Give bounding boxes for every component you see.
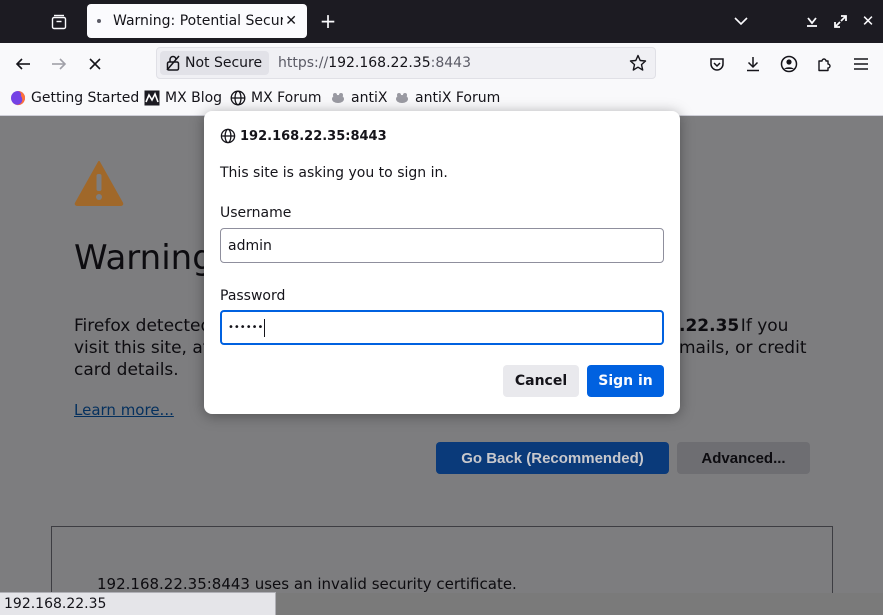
- bookmark-label: Getting Started: [31, 90, 140, 106]
- go-back-button[interactable]: Go Back (Recommended): [436, 442, 669, 474]
- url-text[interactable]: https://192.168.22.35:8443: [278, 55, 471, 71]
- stop-loading-icon[interactable]: [83, 52, 107, 76]
- bookmark-antix-forum[interactable]: antiX Forum: [394, 90, 500, 106]
- bookmark-label: MX Forum: [251, 90, 322, 106]
- bookmark-star-icon[interactable]: [629, 54, 647, 76]
- url-scheme: https://: [278, 55, 329, 71]
- bookmark-mx-forum[interactable]: MX Forum: [230, 90, 322, 106]
- dialog-origin-text: 192.168.22.35:8443: [240, 128, 387, 144]
- bookmark-label: antiX Forum: [415, 90, 501, 106]
- firefox-icon: [10, 90, 26, 106]
- close-window-icon[interactable]: ✕: [858, 11, 878, 31]
- url-port: :8443: [430, 55, 471, 71]
- password-value: ••••••: [228, 322, 264, 333]
- back-icon[interactable]: [11, 52, 35, 76]
- account-icon[interactable]: [777, 52, 801, 76]
- text-caret: [264, 318, 266, 337]
- minimize-icon[interactable]: [802, 11, 822, 31]
- broken-lock-icon: [166, 55, 180, 71]
- globe-icon: [220, 128, 236, 144]
- body-line-1-start: Firefox detected: [74, 316, 212, 336]
- bookmark-mx-blog[interactable]: MX Blog: [144, 90, 222, 106]
- maximize-icon[interactable]: [830, 11, 850, 31]
- url-host: 192.168.22.35: [328, 55, 431, 71]
- tab-title: Warning: Potential Security Risk Ahead: [113, 13, 283, 29]
- password-label: Password: [220, 288, 286, 304]
- address-bar[interactable]: Not Secure https://192.168.22.35:8443: [156, 47, 656, 79]
- sign-in-dialog: 192.168.22.35:8443 This site is asking y…: [204, 111, 680, 414]
- tab-strip: Warning: Potential Security Risk Ahead ✕…: [0, 0, 883, 43]
- dialog-message: This site is asking you to sign in.: [220, 165, 448, 181]
- downloads-icon[interactable]: [741, 52, 765, 76]
- status-bar: 192.168.22.35: [0, 592, 276, 615]
- certificate-details-panel: 192.168.22.35:8443 uses an invalid secur…: [51, 526, 833, 593]
- username-field[interactable]: admin: [220, 228, 664, 263]
- new-tab-icon[interactable]: +: [318, 9, 338, 33]
- tab-active[interactable]: Warning: Potential Security Risk Ahead ✕: [87, 4, 307, 38]
- pocket-icon[interactable]: [705, 52, 729, 76]
- not-secure-label: Not Secure: [185, 55, 263, 71]
- navigation-toolbar: Not Secure https://192.168.22.35:8443: [0, 43, 883, 84]
- mx-icon: [144, 90, 160, 106]
- tab-close-icon[interactable]: ✕: [285, 13, 297, 29]
- app-menu-icon[interactable]: [849, 52, 873, 76]
- not-secure-badge[interactable]: Not Secure: [160, 51, 270, 75]
- advanced-button[interactable]: Advanced...: [677, 442, 810, 474]
- antix-icon: [394, 90, 410, 106]
- bookmark-getting-started[interactable]: Getting Started: [10, 90, 139, 106]
- body-line-3: card details.: [74, 360, 179, 380]
- list-all-tabs-icon[interactable]: [731, 11, 751, 31]
- bookmark-label: antiX: [351, 90, 388, 106]
- username-label: Username: [220, 205, 292, 221]
- dialog-origin: 192.168.22.35:8443: [220, 128, 387, 144]
- warning-icon: [74, 160, 124, 210]
- body-line-1-tail: . If you: [730, 316, 789, 336]
- body-line-2-start: visit this site, att: [74, 338, 217, 358]
- password-field[interactable]: ••••••: [220, 310, 664, 345]
- learn-more-link[interactable]: Learn more...: [74, 401, 174, 419]
- page-title: Warning: [74, 238, 214, 278]
- cancel-button[interactable]: Cancel: [503, 365, 579, 397]
- forward-icon[interactable]: [47, 52, 71, 76]
- username-value: admin: [228, 237, 272, 254]
- globe-icon: [230, 90, 246, 106]
- body-line-2-end: mails, or credit: [679, 338, 807, 358]
- bookmark-label: MX Blog: [165, 90, 223, 106]
- loading-indicator-icon: [97, 19, 101, 23]
- antix-icon: [330, 90, 346, 106]
- bookmark-antix[interactable]: antiX: [330, 90, 387, 106]
- tab-manager-icon[interactable]: [49, 12, 69, 32]
- extensions-icon[interactable]: [813, 52, 837, 76]
- sign-in-button[interactable]: Sign in: [587, 365, 664, 397]
- certificate-error-text: 192.168.22.35:8443 uses an invalid secur…: [97, 575, 517, 593]
